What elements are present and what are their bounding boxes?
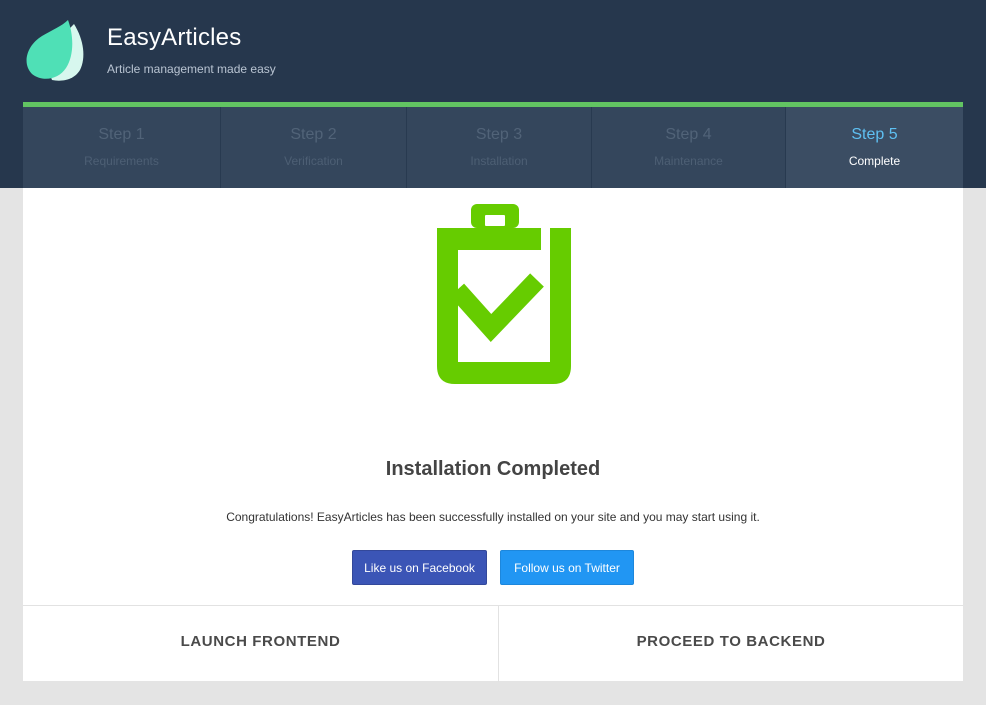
completion-message: Congratulations! EasyArticles has been s… [226,510,760,524]
footer-actions: LAUNCH FRONTEND PROCEED TO BACKEND [23,605,963,682]
step-4: Step 4 Maintenance [592,107,786,188]
step-title: Step 1 [98,126,145,143]
launch-frontend-button[interactable]: LAUNCH FRONTEND [23,606,499,682]
completion-title: Installation Completed [385,458,601,480]
step-title: Step 3 [475,126,523,143]
step-2: Step 2 Verification [221,107,407,188]
proceed-backend-button[interactable]: PROCEED TO BACKEND [499,606,963,682]
step-3: Step 3 Installation [407,107,592,188]
step-subtitle: Maintenance [654,154,723,168]
step-5: Step 5 Complete [786,107,963,188]
clipboard-check-icon [437,204,571,384]
app-tagline: Article management made easy [107,62,276,76]
step-subtitle: Requirements [84,154,159,168]
completion-panel: Installation Completed Congratulations! … [23,188,963,682]
follow-twitter-button[interactable]: Follow us on Twitter [500,550,634,585]
step-title: Step 4 [665,126,712,143]
app-title: EasyArticles [107,24,242,51]
step-subtitle: Installation [470,154,528,168]
header: EasyArticles Article management made eas… [0,0,986,188]
like-facebook-button[interactable]: Like us on Facebook [352,550,487,585]
step-1: Step 1 Requirements [23,107,221,188]
step-title: Step 2 [290,126,337,143]
step-progress-bar: Step 1 Requirements Step 2 Verification … [23,102,963,188]
leaf-drop-icon [26,20,84,81]
step-subtitle: Complete [848,154,901,168]
step-title: Step 5 [851,126,898,143]
step-subtitle: Verification [284,154,343,168]
